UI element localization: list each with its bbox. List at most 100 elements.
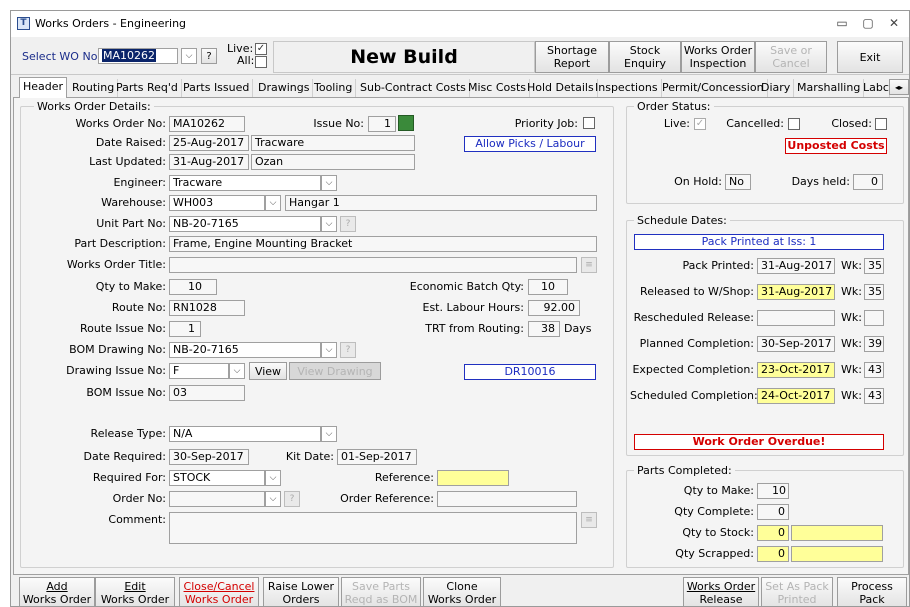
minimize-icon[interactable]: ▭ [829, 13, 855, 33]
wo-title-field[interactable] [169, 257, 577, 273]
kit-date-field[interactable]: 01-Sep-2017 [337, 449, 417, 465]
issue-no-field: 1 [368, 116, 396, 132]
chevron-down-icon[interactable]: ⌵ [265, 195, 281, 211]
priority-checkbox[interactable] [583, 117, 595, 129]
tab-tooling[interactable]: Tooling [311, 79, 357, 97]
bom-drawing-label: BOM Drawing No: [69, 343, 166, 356]
chevron-down-icon[interactable]: ⌵ [321, 175, 337, 191]
tab-sub-contract-costs[interactable]: Sub-Contract Costs [357, 79, 470, 97]
release-type-select[interactable]: N/A [169, 426, 321, 442]
chevron-down-icon[interactable]: ⌵ [321, 216, 337, 232]
date-required-field[interactable]: 30-Sep-2017 [169, 449, 249, 465]
bom-drawing-help-button[interactable]: ? [340, 342, 356, 358]
wo-title-label: Works Order Title: [66, 258, 166, 271]
tab-hold-details[interactable]: Hold Details [524, 79, 598, 97]
tab-marshalling[interactable]: Marshalling [794, 79, 865, 97]
qty-scrapped-reason[interactable] [791, 546, 883, 562]
add-line2: Works Order [22, 592, 92, 606]
set-as-pack-printed-button[interactable]: Set As Pack Printed [761, 577, 833, 606]
tab-routing[interactable]: Routing [69, 79, 119, 97]
chevron-down-icon[interactable]: ⌵ [181, 48, 197, 64]
save-cancel-button[interactable]: Save or Cancel [755, 41, 827, 73]
planned-completion-label: Planned Completion: [639, 337, 754, 350]
qty-to-stock-field[interactable]: 0 [757, 525, 789, 541]
chevron-down-icon[interactable]: ⌵ [265, 491, 281, 507]
tab-permit-concession[interactable]: Permit/Concession [659, 79, 768, 97]
drawing-issue-select[interactable]: F [169, 363, 229, 379]
process-pack-button[interactable]: Process Pack [837, 577, 907, 606]
maximize-icon[interactable]: ▢ [855, 13, 881, 33]
on-hold-field: No [725, 174, 751, 190]
tab-drawings[interactable]: Drawings [255, 79, 314, 97]
add-line1: Add [46, 579, 68, 593]
warehouse-select[interactable]: WH003 [169, 195, 265, 211]
unit-part-help-button[interactable]: ? [340, 216, 356, 232]
live-checkbox[interactable]: ✓ [255, 43, 267, 55]
edit-works-order-button[interactable]: Edit Works Order [95, 577, 175, 606]
add-works-order-button[interactable]: Add Works Order [19, 577, 95, 606]
route-issue-label: Route Issue No: [79, 322, 166, 335]
tab-parts-reqd[interactable]: Parts Req'd [113, 79, 182, 97]
order-no-help-button[interactable]: ? [284, 491, 300, 507]
parts-completed-title: Parts Completed: [634, 464, 735, 477]
tab-inspections[interactable]: Inspections [592, 79, 662, 97]
chevron-down-icon[interactable]: ⌵ [321, 426, 337, 442]
order-no-label: Order No: [112, 492, 166, 505]
part-desc-label: Part Description: [74, 237, 166, 250]
set-pack-line2: Printed [777, 592, 817, 606]
released-wk: 35 [864, 284, 884, 300]
order-ref-field[interactable] [437, 491, 577, 507]
chevron-down-icon[interactable]: ⌵ [265, 470, 281, 486]
wk-label: Wk: [841, 311, 862, 324]
tab-parts-issued[interactable]: Parts Issued [180, 79, 254, 97]
stock-enquiry-button[interactable]: Stock Enquiry [609, 41, 681, 73]
unit-part-label: Unit Part No: [96, 217, 166, 230]
save-parts-reqd-button[interactable]: Save Parts Reqd as BOM [341, 577, 421, 606]
issue-history-icon[interactable] [398, 115, 414, 131]
raised-by-field: Tracware [251, 135, 415, 151]
shortage-report-button[interactable]: Shortage Report [535, 41, 609, 73]
view-drawing-button[interactable]: View Drawing [289, 362, 381, 380]
bom-drawing-select[interactable]: NB-20-7165 [169, 342, 321, 358]
works-order-release-button[interactable]: Works Order Release [683, 577, 759, 606]
qty-to-stock-label: Qty to Stock: [682, 526, 754, 539]
engineer-select[interactable]: Tracware [169, 175, 321, 191]
save-parts-line2: Reqd as BOM [344, 592, 418, 606]
reference-field[interactable] [437, 470, 509, 486]
rescheduled-label: Rescheduled Release: [633, 311, 754, 324]
date-required-label: Date Required: [83, 450, 166, 463]
pack-printed-banner: Pack Printed at Iss: 1 [634, 234, 884, 250]
wo-title-expand-button[interactable]: ≡ [581, 257, 597, 273]
required-for-select[interactable]: STOCK [169, 470, 265, 486]
rescheduled-wk [864, 310, 884, 326]
all-checkbox[interactable] [255, 56, 267, 68]
tab-labour[interactable]: Labc [860, 79, 890, 97]
wk-label: Wk: [841, 285, 862, 298]
status-live-checkbox: ✓ [694, 118, 706, 130]
exit-button[interactable]: Exit [837, 41, 903, 73]
tab-diary[interactable]: Diary [758, 79, 795, 97]
pack-printed-wk: 35 [864, 258, 884, 274]
tab-misc-costs[interactable]: Misc Costs [465, 79, 531, 97]
comment-field[interactable] [169, 512, 577, 544]
qty-scrapped-field[interactable]: 0 [757, 546, 789, 562]
close-icon[interactable]: ✕ [881, 13, 907, 33]
expected-completion-date: 23-Oct-2017 [757, 362, 835, 378]
chevron-down-icon[interactable]: ⌵ [321, 342, 337, 358]
close-cancel-works-order-button[interactable]: Close/Cancel Works Order [179, 577, 259, 606]
raise-lower-orders-button[interactable]: Raise Lower Orders [263, 577, 339, 606]
clone-works-order-button[interactable]: Clone Works Order [423, 577, 501, 606]
select-wo-input[interactable]: MA10262 [98, 48, 178, 64]
tab-header[interactable]: Header [19, 77, 68, 98]
tab-scroll-arrows-icon[interactable]: ◂▸ [889, 79, 909, 95]
qty-to-stock-location[interactable] [791, 525, 883, 541]
help-button[interactable]: ? [201, 48, 217, 64]
status-cancelled-checkbox [788, 118, 800, 130]
page-heading: New Build [273, 41, 535, 73]
comment-expand-button[interactable]: ≡ [581, 512, 597, 528]
chevron-down-icon[interactable]: ⌵ [229, 363, 245, 379]
order-no-select[interactable] [169, 491, 265, 507]
unit-part-select[interactable]: NB-20-7165 [169, 216, 321, 232]
view-button[interactable]: View [249, 362, 287, 380]
wo-inspection-button[interactable]: Works Order Inspection [681, 41, 755, 73]
